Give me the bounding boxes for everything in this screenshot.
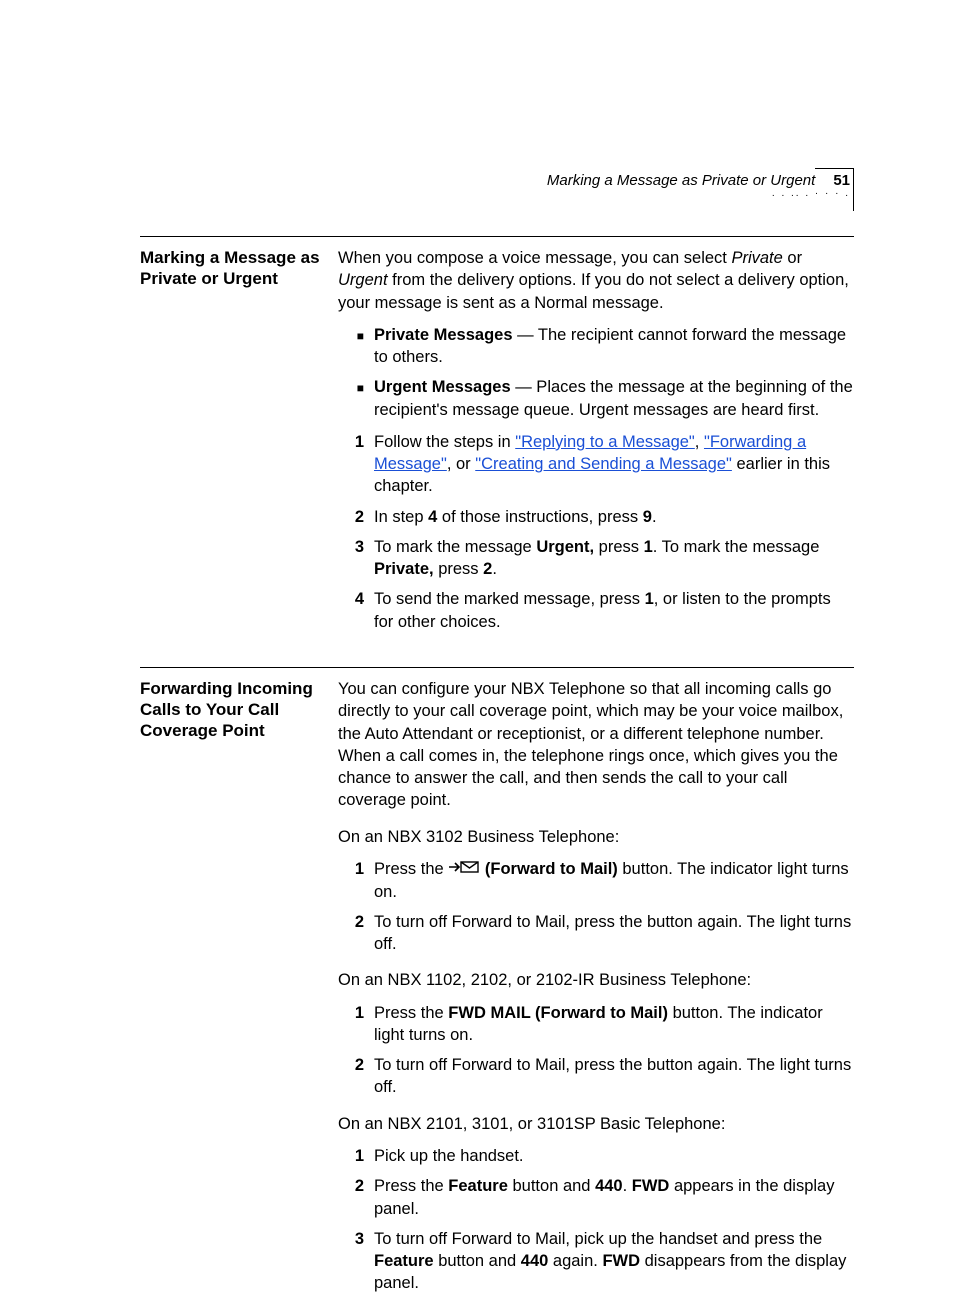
subheading: On an NBX 3102 Business Telephone: <box>338 826 854 848</box>
running-header: Marking a Message as Private or Urgent 51… <box>547 172 850 196</box>
subheading: On an NBX 2101, 3101, or 3101SP Basic Te… <box>338 1113 854 1135</box>
forward-to-mail-icon <box>448 858 480 880</box>
list-item: 3 To mark the message Urgent, press 1. T… <box>338 536 854 581</box>
list-item: 3 To turn off Forward to Mail, pick up t… <box>338 1228 854 1295</box>
link-creating[interactable]: "Creating and Sending a Message" <box>475 455 732 473</box>
numbered-list: 1 Follow the steps in "Replying to a Mes… <box>338 431 854 633</box>
numbered-list: 1 Press the (Forward to Mail) button. Th… <box>338 858 854 956</box>
list-item: 2 In step 4 of those instructions, press… <box>338 506 854 528</box>
section-body: You can configure your NBX Telephone so … <box>338 678 854 1305</box>
section-heading: Forwarding Incoming Calls to Your Call C… <box>140 678 338 742</box>
list-item: ■ Urgent Messages — Places the message a… <box>338 376 854 421</box>
intro-paragraph: You can configure your NBX Telephone so … <box>338 678 854 812</box>
list-item: 1 Press the (Forward to Mail) button. Th… <box>338 858 854 903</box>
bullet-icon: ■ <box>338 324 374 369</box>
list-item: 1 Follow the steps in "Replying to a Mes… <box>338 431 854 498</box>
list-item: 1 Press the FWD MAIL (Forward to Mail) b… <box>338 1002 854 1047</box>
running-title: Marking a Message as Private or Urgent <box>547 172 815 189</box>
link-replying[interactable]: "Replying to a Message" <box>515 433 695 451</box>
list-item: 2 To turn off Forward to Mail, press the… <box>338 1054 854 1099</box>
subheading: On an NBX 1102, 2102, or 2102-IR Busines… <box>338 969 854 991</box>
page: Marking a Message as Private or Urgent 51… <box>0 0 954 1235</box>
header-dots: . . .. . · · · . <box>547 192 850 196</box>
list-item: 2 To turn off Forward to Mail, press the… <box>338 911 854 956</box>
list-item: ■ Private Messages — The recipient canno… <box>338 324 854 369</box>
list-item: 2 Press the Feature button and 440. FWD … <box>338 1175 854 1220</box>
bullet-list: ■ Private Messages — The recipient canno… <box>338 324 854 421</box>
numbered-list: 1 Press the FWD MAIL (Forward to Mail) b… <box>338 1002 854 1099</box>
intro-paragraph: When you compose a voice message, you ca… <box>338 247 854 314</box>
bullet-icon: ■ <box>338 376 374 421</box>
section-marking-message: Marking a Message as Private or Urgent W… <box>140 237 854 643</box>
section-heading: Marking a Message as Private or Urgent <box>140 247 338 290</box>
page-number: 51 <box>833 172 850 189</box>
numbered-list: 1 Pick up the handset. 2 Press the Featu… <box>338 1145 854 1295</box>
list-item: 4 To send the marked message, press 1, o… <box>338 588 854 633</box>
list-item: 1 Pick up the handset. <box>338 1145 854 1167</box>
section-forwarding-calls: Forwarding Incoming Calls to Your Call C… <box>140 668 854 1305</box>
section-body: When you compose a voice message, you ca… <box>338 247 854 643</box>
